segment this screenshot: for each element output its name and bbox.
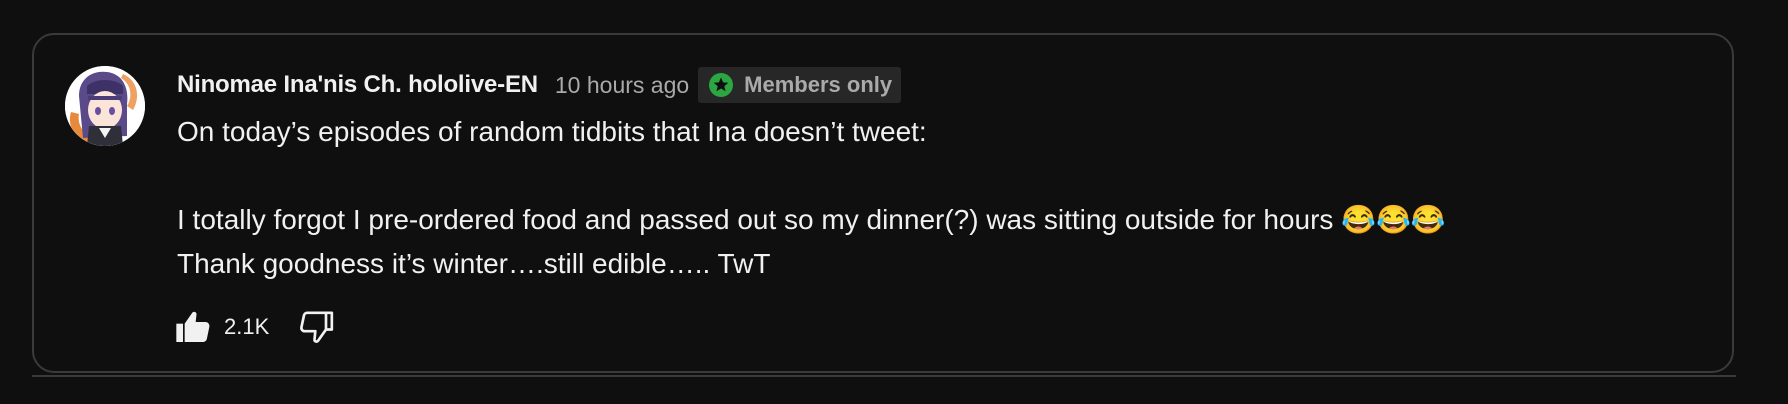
post-timestamp[interactable]: 10 hours ago [555,72,689,99]
avatar[interactable] [65,66,145,146]
post-text-line: I totally forgot I pre-ordered food and … [177,204,1446,235]
post-text-line: On today’s episodes of random tidbits th… [177,116,927,147]
members-only-badge: Members only [698,67,902,103]
members-only-label: Members only [744,72,893,97]
channel-name-link[interactable]: Ninomae Ina'nis Ch. hololive-EN [177,71,538,99]
thumbs-down-icon [300,311,334,343]
dislike-button[interactable] [295,306,337,348]
like-button[interactable] [172,306,214,348]
like-count: 2.1K [224,314,270,339]
post-actions: 2.1K [172,306,337,348]
post-body: On today’s episodes of random tidbits th… [177,110,1697,286]
star-in-circle-icon [709,73,734,97]
post-header: Ninomae Ina'nis Ch. hololive-EN 10 hours… [177,67,902,103]
divider [32,375,1736,377]
thumbs-up-icon [176,311,210,342]
post-text-line: Thank goodness it’s winter….still edible… [177,248,771,279]
